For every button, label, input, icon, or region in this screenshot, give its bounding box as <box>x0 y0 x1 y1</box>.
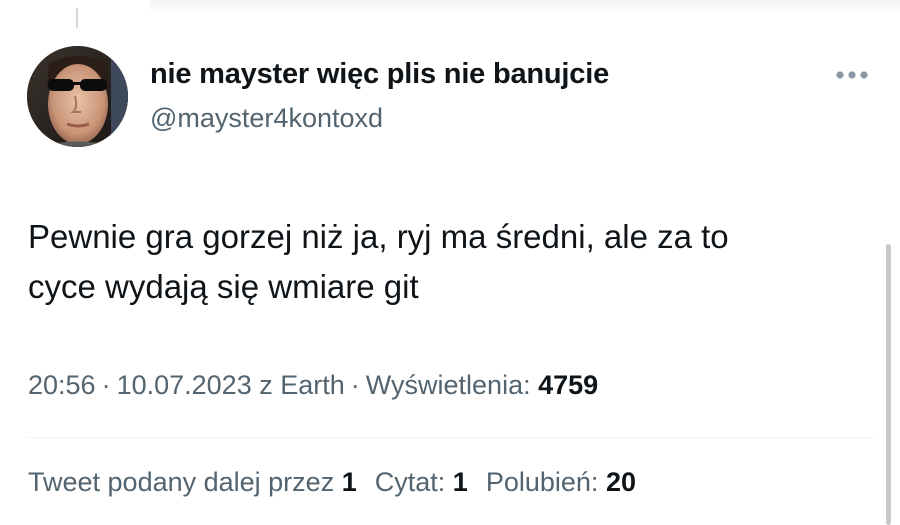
likes-label: Polubień: <box>485 467 599 497</box>
likes-count: 20 <box>605 467 636 497</box>
retweets-label: Tweet podany dalej przez <box>28 467 335 497</box>
tweet-text-line-2: cyce wydają się wmiare git <box>28 268 419 305</box>
author-handle[interactable]: @mayster4kontoxd <box>150 103 383 134</box>
views-count: 4759 <box>538 370 599 400</box>
quotes-label: Cytat: <box>374 467 446 497</box>
quotes-count: 1 <box>452 467 468 497</box>
divider <box>28 437 873 438</box>
tweet-meta: 20:56 · 10.07.2023 z Earth · Wyświetlenia: 4… <box>28 370 598 401</box>
meta-separator: · <box>350 370 360 400</box>
likes-stat[interactable]: Polubień: 20 <box>486 467 636 498</box>
quotes-stat[interactable]: Cytat: 1 <box>375 467 468 498</box>
top-edge-shadow <box>150 0 900 14</box>
retweets-count: 1 <box>341 467 357 497</box>
author-display-name[interactable]: nie mayster więc plis nie banujcie <box>150 58 609 91</box>
retweets-stat[interactable]: Tweet podany dalej przez 1 <box>28 467 357 498</box>
tweet-date[interactable]: 10.07.2023 <box>117 370 252 400</box>
tweet-source: z Earth <box>259 370 345 400</box>
more-horizontal-icon[interactable] <box>833 64 871 86</box>
views-label: Wyświetlenia: <box>365 370 531 400</box>
tweet-text: Pewnie gra gorzej niż ja, ryj ma średni,… <box>28 212 858 312</box>
tweet-text-line-1: Pewnie gra gorzej niż ja, ryj ma średni,… <box>28 218 729 255</box>
tweet-stats: Tweet podany dalej przez 1 Cytat: 1 Polubi… <box>28 467 636 498</box>
meta-separator: · <box>101 370 111 400</box>
tweet-time[interactable]: 20:56 <box>28 370 96 400</box>
thread-connector-line <box>76 8 78 28</box>
scrollbar[interactable] <box>886 244 891 525</box>
tweet-detail-page: nie mayster więc plis nie banujcie @mays… <box>0 0 900 525</box>
avatar[interactable] <box>27 46 128 147</box>
avatar-image <box>27 46 128 147</box>
